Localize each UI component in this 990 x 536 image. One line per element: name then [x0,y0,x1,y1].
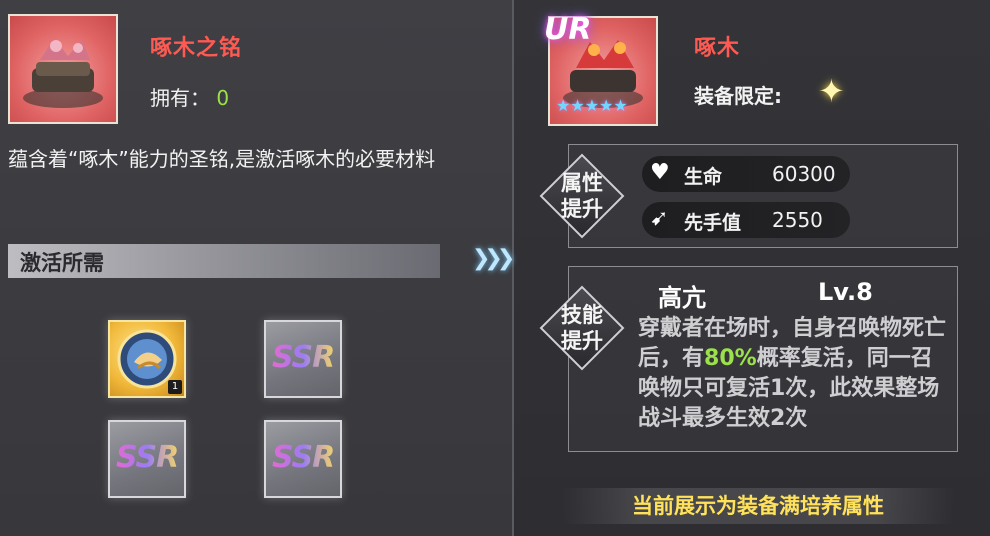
material-slot-ssr[interactable]: SSR [264,420,342,498]
stat-row-hp: ♥ 生命 60300 [642,156,850,192]
skill-desc-highlight: 80% [704,346,757,371]
rarity-badge: UR [544,12,592,47]
attr-section-badge: 属性提升 [539,153,625,239]
ssr-label: SSR [272,440,335,475]
stat-row-speed: ➹ 先手值 2550 [642,202,850,238]
item-icon-left [8,14,118,124]
material-count: 1 [168,380,182,394]
stat-name: 生命 [684,166,723,188]
star-rating: ★★★★★ [556,96,628,115]
sparkle-icon: ✦ [818,72,845,110]
ssr-label: SSR [116,440,179,475]
owned-row: 拥有： 0 [150,82,229,111]
equip-limit-label: 装备限定: [694,84,782,108]
material-slot-ssr[interactable]: SSR [264,320,342,398]
skill-name: 高亢 [658,284,706,312]
heart-icon: ♥ [650,160,670,185]
activation-section-title: 激活所需 [20,251,104,275]
item-description: 蕴含着“啄木”能力的圣铭,是激活啄木的必要材料 [8,147,436,171]
item-name-right: 啄木 [694,36,741,61]
material-slot-orb[interactable]: 1 [108,320,186,398]
item-name-left: 啄木之铭 [150,36,243,61]
skill-description[interactable]: 穿戴者在场时，自身召唤物死亡后，有80%概率复活，同一召唤物只可复活1次，此效果… [638,314,948,450]
activation-section-bar: 激活所需 [8,244,440,278]
arrow-right-icon: ❯❯❯ [472,246,515,271]
skill-level: Lv.8 [818,278,873,306]
speed-icon: ➹ [650,206,669,231]
footer-text: 当前展示为装备满培养属性 [632,494,884,518]
skill-section-badge: 技能提升 [539,285,625,371]
stat-value: 2550 [772,208,823,232]
skill-section-label: 技能提升 [561,303,603,353]
owned-value: 0 [216,86,230,110]
stat-value: 60300 [772,162,836,186]
owned-label: 拥有： [150,86,210,110]
footer-banner: 当前展示为装备满培养属性 [562,488,954,524]
ssr-label: SSR [272,340,335,375]
stat-name: 先手值 [684,212,742,234]
attr-section-label: 属性提升 [561,171,603,221]
material-slot-ssr[interactable]: SSR [108,420,186,498]
